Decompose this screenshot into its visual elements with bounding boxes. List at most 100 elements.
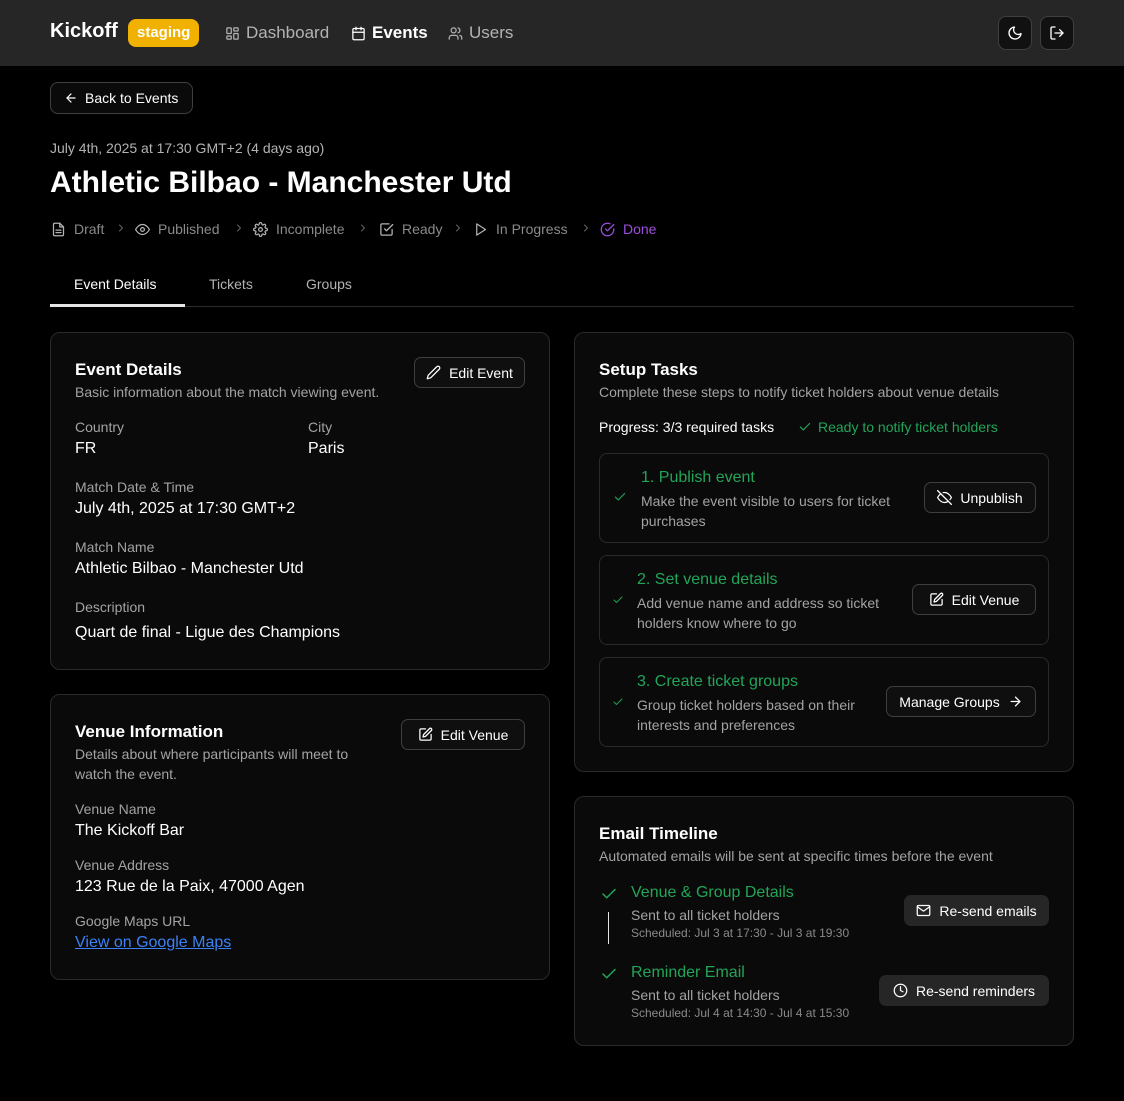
back-button-label: Back to Events: [85, 90, 179, 106]
timeline-item-subtitle: Sent to all ticket holders: [631, 987, 780, 1003]
ready-status: Ready to notify ticket holders: [798, 419, 998, 435]
environment-badge: staging: [128, 19, 200, 47]
venue-name-value: The Kickoff Bar: [75, 822, 185, 839]
email-timeline-title: Email Timeline: [599, 824, 718, 843]
event-details-subtitle: Basic information about the match viewin…: [75, 384, 380, 400]
page-title: Athletic Bilbao - Manchester Utd: [50, 166, 512, 199]
status-step-label: In Progress: [496, 221, 568, 237]
edit-square-icon: [418, 727, 433, 742]
check-icon: [798, 420, 812, 434]
arrow-left-icon: [64, 91, 78, 105]
eye-off-icon: [937, 490, 953, 505]
timeline-item-subtitle: Sent to all ticket holders: [631, 907, 780, 923]
users-icon: [448, 26, 463, 41]
dashboard-icon: [225, 26, 240, 41]
edit-square-icon: [929, 592, 944, 607]
city-label: City: [308, 419, 333, 435]
description-label: Description: [75, 599, 146, 615]
logout-icon: [1049, 25, 1065, 41]
timeline-item-schedule: Scheduled: Jul 4 at 14:30 - Jul 4 at 15:…: [631, 1006, 850, 1020]
chevron-right-icon: [115, 222, 127, 234]
nav-dashboard-label: Dashboard: [246, 23, 330, 42]
status-step-ready: Ready: [379, 220, 442, 238]
back-to-events-button[interactable]: Back to Events: [50, 82, 193, 114]
status-step-label: Done: [623, 221, 657, 237]
tabs-divider: [50, 306, 1074, 307]
task-title: 2. Set venue details: [637, 571, 778, 588]
task-description: Group ticket holders based on their inte…: [637, 697, 855, 733]
resend-emails-button[interactable]: Re-send emails: [904, 895, 1049, 926]
active-tab-indicator: [50, 304, 185, 307]
check-icon: [612, 594, 624, 606]
chevron-right-icon: [357, 222, 369, 234]
edit-event-label: Edit Event: [449, 364, 513, 381]
task-edit-venue-label: Edit Venue: [951, 591, 1020, 608]
status-step-published: Published: [135, 220, 220, 238]
city-value: Paris: [308, 440, 345, 457]
status-step-label: Ready: [402, 221, 443, 237]
chevron-right-icon: [580, 222, 592, 234]
tab-tickets[interactable]: Tickets: [209, 276, 253, 292]
ready-status-text: Ready to notify ticket holders: [818, 419, 998, 435]
nav-users[interactable]: Users: [448, 0, 513, 66]
edit-venue-label: Edit Venue: [440, 726, 509, 743]
theme-toggle-button[interactable]: [998, 16, 1032, 50]
gear-icon: [253, 221, 268, 237]
manage-groups-button[interactable]: Manage Groups: [886, 686, 1036, 717]
brand-logo[interactable]: Kickoff: [50, 20, 118, 43]
status-step-incomplete: Incomplete: [253, 220, 344, 238]
eye-icon: [135, 222, 150, 237]
country-label: Country: [75, 419, 125, 435]
pencil-icon: [426, 365, 441, 380]
moon-icon: [1007, 25, 1023, 41]
google-maps-link[interactable]: View on Google Maps: [75, 934, 231, 952]
setup-tasks-subtitle: Complete these steps to notify ticket ho…: [599, 384, 1000, 400]
description-value: Quart de final - Ligue des Champions: [75, 624, 341, 641]
check-icon: [612, 696, 624, 708]
task-edit-venue-button[interactable]: Edit Venue: [912, 584, 1036, 615]
resend-reminders-button[interactable]: Re-send reminders: [879, 975, 1049, 1006]
country-value: FR: [75, 440, 97, 457]
match-name-label: Match Name: [75, 539, 155, 555]
match-name-value: Athletic Bilbao - Manchester Utd: [75, 560, 304, 577]
task-title: 1. Publish event: [641, 469, 755, 486]
unpublish-button[interactable]: Unpublish: [924, 482, 1036, 513]
status-step-draft: Draft: [51, 220, 104, 238]
checkbox-icon: [379, 222, 394, 237]
status-step-done: Done: [600, 220, 656, 238]
nav-events-label: Events: [372, 23, 428, 42]
venue-address-value: 123 Rue de la Paix, 47000 Agen: [75, 878, 305, 895]
timeline-connector: [608, 912, 609, 944]
match-datetime-label: Match Date & Time: [75, 479, 195, 495]
status-step-label: Published: [158, 221, 220, 237]
logout-button[interactable]: [1040, 16, 1074, 50]
file-icon: [51, 222, 66, 237]
chevron-right-icon: [452, 222, 464, 234]
edit-event-button[interactable]: Edit Event: [414, 357, 525, 388]
timeline-item-schedule: Scheduled: Jul 3 at 17:30 - Jul 3 at 19:…: [631, 926, 850, 940]
venue-information-subtitle: Details about where participants will me…: [75, 746, 349, 782]
status-step-in-progress: In Progress: [473, 220, 568, 238]
top-navbar: Kickoff staging Dashboard Events Users: [0, 0, 1124, 66]
venue-information-title: Venue Information: [75, 722, 224, 741]
check-circle-icon: [600, 222, 615, 237]
progress-text: Progress: 3/3 required tasks: [599, 419, 775, 435]
nav-events[interactable]: Events: [351, 0, 428, 66]
task-description: Add venue name and address so ticket hol…: [637, 595, 880, 631]
calendar-icon: [351, 26, 366, 41]
event-details-title: Event Details: [75, 360, 182, 379]
resend-reminders-label: Re-send reminders: [915, 982, 1036, 999]
check-icon: [613, 490, 627, 504]
venue-name-label: Venue Name: [75, 801, 156, 817]
timeline-item-title: Reminder Email: [631, 964, 745, 981]
manage-groups-label: Manage Groups: [899, 693, 1000, 710]
task-title: 3. Create ticket groups: [637, 673, 798, 690]
tab-groups[interactable]: Groups: [306, 276, 352, 292]
check-icon: [600, 885, 618, 903]
edit-venue-button[interactable]: Edit Venue: [401, 719, 525, 750]
tab-event-details[interactable]: Event Details: [74, 276, 156, 292]
play-icon: [473, 222, 488, 237]
nav-dashboard[interactable]: Dashboard: [225, 0, 329, 66]
unpublish-label: Unpublish: [960, 489, 1023, 506]
task-description: Make the event visible to users for tick…: [641, 493, 890, 529]
